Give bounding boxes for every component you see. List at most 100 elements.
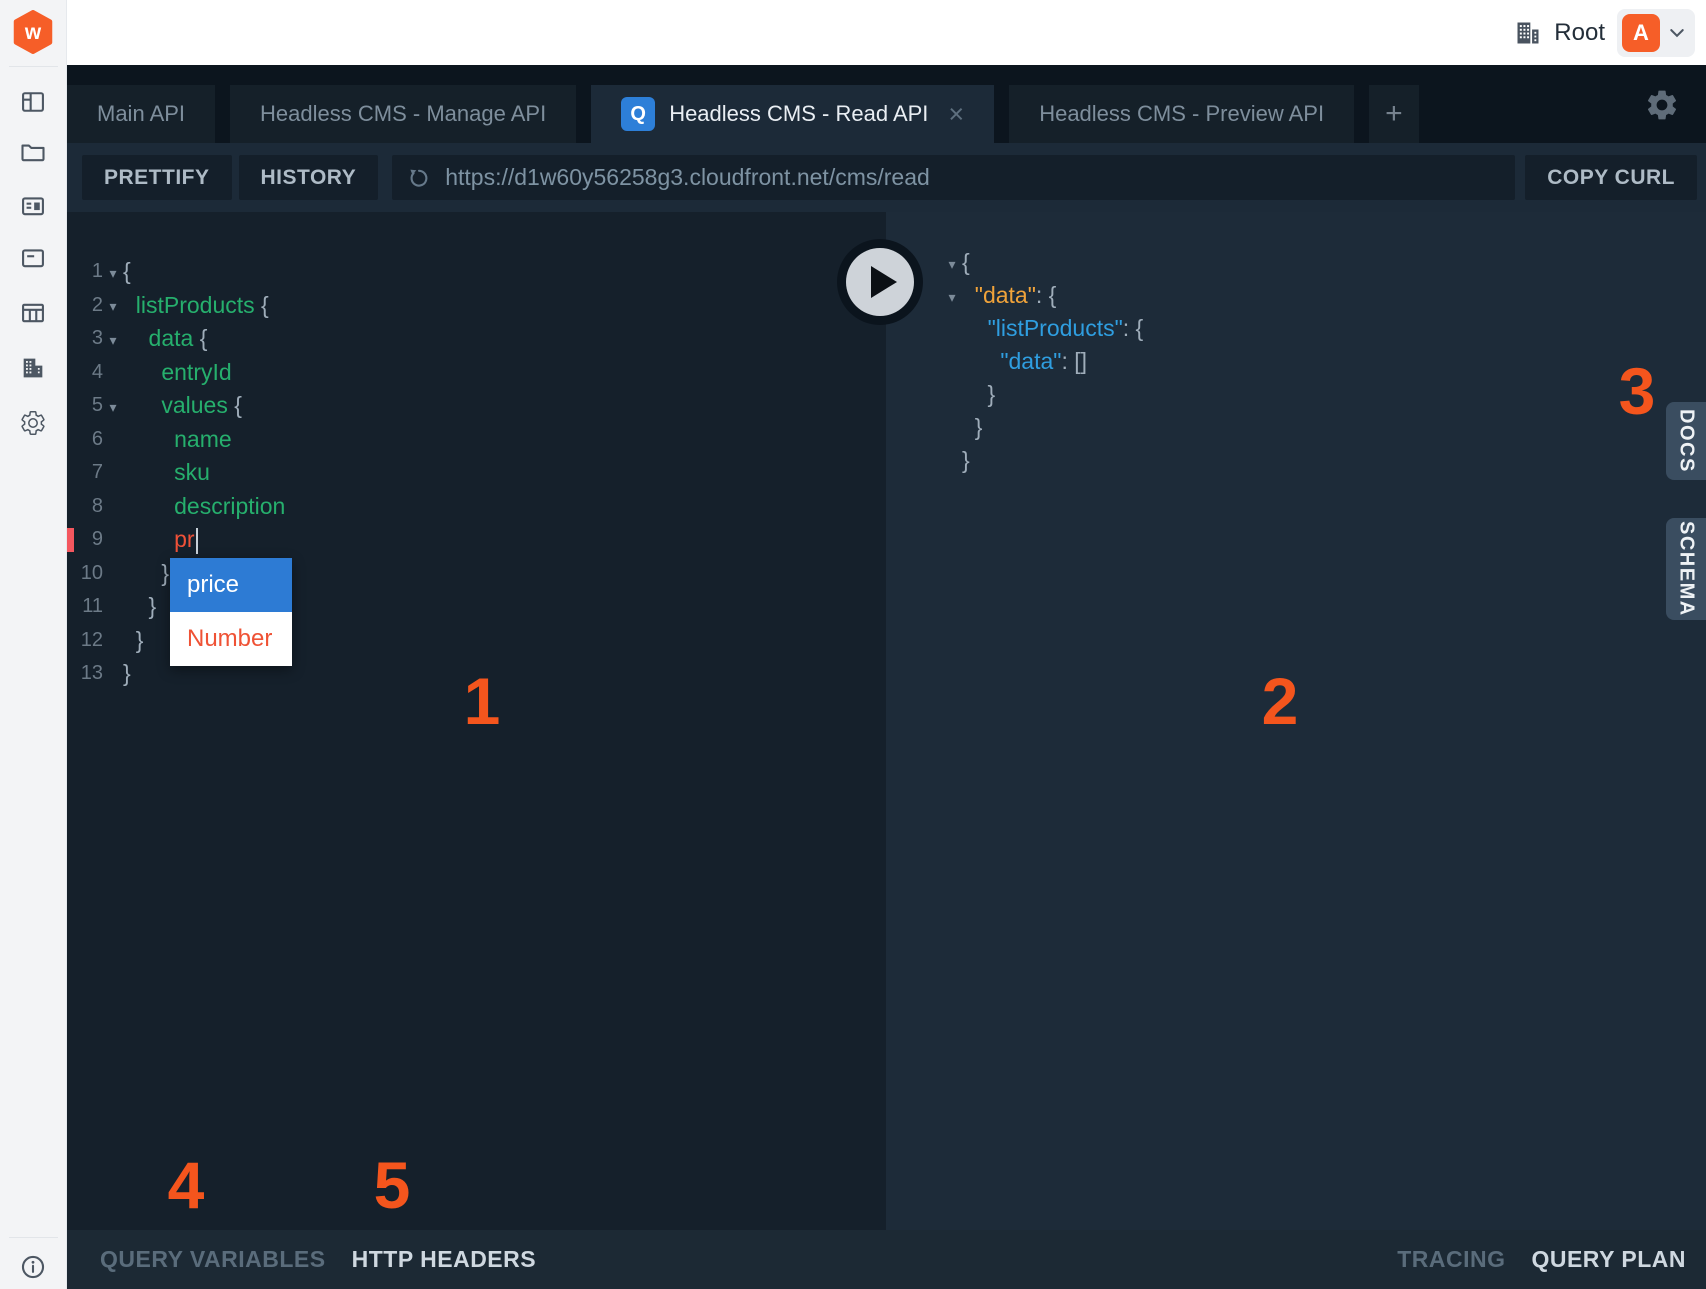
new-tab-button[interactable]: + — [1369, 85, 1419, 143]
line-number: 6 — [67, 428, 103, 451]
editor-line[interactable]: 9 pr — [67, 523, 886, 557]
history-button[interactable]: HISTORY — [239, 155, 379, 200]
code-text: "data": { — [962, 282, 1056, 309]
reload-icon[interactable] — [407, 166, 431, 190]
play-icon — [846, 248, 914, 316]
close-tab-icon[interactable]: × — [948, 101, 964, 128]
bottom-bar-left: QUERY VARIABLES HTTP HEADERS — [100, 1246, 536, 1273]
fold-spacer — [103, 672, 123, 675]
tab-headless-cms-preview-api[interactable]: Headless CMS - Preview API — [1009, 85, 1354, 143]
code-text: "data": [] — [962, 348, 1087, 375]
webiny-logo[interactable]: w — [13, 10, 53, 54]
bottom-tab-query-variables[interactable]: QUERY VARIABLES — [100, 1246, 326, 1273]
fold-spacer — [103, 371, 123, 374]
line-number: 5 — [67, 394, 103, 417]
line-number: 8 — [67, 495, 103, 518]
bottom-tab-http-headers[interactable]: HTTP HEADERS — [352, 1246, 537, 1273]
bottom-bar: QUERY VARIABLES HTTP HEADERS TRACING QUERY… — [67, 1230, 1706, 1289]
code-text: "listProducts": { — [962, 315, 1143, 342]
line-number: 11 — [67, 595, 103, 618]
fold-spacer — [942, 360, 962, 363]
response-line: } — [942, 411, 1706, 444]
autocomplete-option-number[interactable]: Number — [170, 612, 292, 666]
fold-arrow-icon[interactable]: ▾ — [103, 262, 123, 282]
line-number: 1 — [67, 260, 103, 283]
editor-line[interactable]: 2▾ listProducts { — [67, 289, 886, 323]
editor-line[interactable]: 6 name — [67, 423, 886, 457]
line-number: 4 — [67, 361, 103, 384]
tab-headless-cms-manage-api[interactable]: Headless CMS - Manage API — [230, 85, 576, 143]
fold-spacer — [103, 639, 123, 642]
code-text: { — [123, 258, 131, 285]
sidebar: w — [0, 0, 67, 1289]
fold-arrow-icon[interactable]: ▾ — [942, 286, 962, 306]
account-menu-button[interactable]: A — [1617, 9, 1695, 57]
line-number: 13 — [67, 662, 103, 685]
execute-query-button[interactable] — [837, 239, 923, 325]
code-text: } — [962, 414, 982, 441]
line-number: 3 — [67, 327, 103, 350]
fold-spacer — [103, 438, 123, 441]
info-icon[interactable] — [19, 1253, 47, 1281]
settings-gear-icon[interactable] — [1644, 87, 1680, 123]
error-line-marker — [67, 528, 74, 552]
prettify-button[interactable]: PRETTIFY — [82, 155, 232, 200]
tab-label: Headless CMS - Preview API — [1039, 101, 1324, 127]
fold-spacer — [942, 393, 962, 396]
autocomplete-option-price[interactable]: price — [170, 558, 292, 612]
code-text: } — [123, 660, 131, 687]
query-badge-icon: Q — [621, 97, 655, 131]
editor-line[interactable]: 7 sku — [67, 456, 886, 490]
code-text: values { — [123, 392, 242, 419]
fold-spacer — [103, 605, 123, 608]
tenant-label: Root — [1554, 19, 1605, 47]
tab-label: Headless CMS - Read API — [669, 101, 928, 127]
tab-label: Headless CMS - Manage API — [260, 101, 546, 127]
tabs-container: Main API Headless CMS - Manage API Q Headle… — [67, 85, 1369, 143]
fold-arrow-icon[interactable]: ▾ — [103, 295, 123, 315]
line-number: 10 — [67, 562, 103, 585]
code-text: { — [962, 249, 970, 276]
layout-icon[interactable] — [19, 88, 47, 116]
folder-icon[interactable] — [19, 138, 47, 166]
editor-line[interactable]: 8 description — [67, 490, 886, 524]
form-builder-icon[interactable] — [19, 244, 47, 272]
code-text: sku — [123, 459, 210, 486]
tab-headless-cms-read-api[interactable]: Q Headless CMS - Read API × — [591, 85, 994, 143]
editor-line[interactable]: 4 entryId — [67, 356, 886, 390]
query-editor[interactable]: 1▾{2▾ listProducts {3▾ data {4 entryId5▾… — [67, 212, 886, 1230]
editor-line[interactable]: 3▾ data { — [67, 322, 886, 356]
fold-arrow-icon[interactable]: ▾ — [942, 253, 962, 273]
svg-text:w: w — [24, 21, 42, 44]
code-text: } — [123, 593, 156, 620]
graphql-playground: Main API Headless CMS - Manage API Q Headle… — [67, 65, 1706, 1289]
bottom-bar-right: TRACING QUERY PLAN — [1397, 1246, 1686, 1273]
schema-tab[interactable]: SCHEMA — [1666, 518, 1706, 620]
avatar: A — [1622, 14, 1660, 52]
tab-main-api[interactable]: Main API — [67, 85, 215, 143]
top-header: Root A — [0, 0, 1706, 65]
editor-line[interactable]: 1▾{ — [67, 255, 886, 289]
bottom-tab-tracing[interactable]: TRACING — [1397, 1246, 1505, 1273]
bottom-tab-query-plan[interactable]: QUERY PLAN — [1531, 1246, 1686, 1273]
line-number: 7 — [67, 461, 103, 484]
code-text: name — [123, 426, 232, 453]
code-text: entryId — [123, 359, 232, 386]
code-text: data { — [123, 325, 207, 352]
fold-arrow-icon[interactable]: ▾ — [103, 329, 123, 349]
page-builder-icon[interactable] — [19, 192, 47, 220]
table-icon[interactable] — [19, 299, 47, 327]
settings-icon[interactable] — [19, 409, 47, 437]
endpoint-url-input[interactable] — [443, 163, 1500, 192]
line-number: 2 — [67, 294, 103, 317]
editor-line[interactable]: 5▾ values { — [67, 389, 886, 423]
copy-curl-button[interactable]: COPY CURL — [1525, 155, 1697, 200]
docs-tab[interactable]: DOCS — [1666, 402, 1706, 480]
fold-arrow-icon[interactable]: ▾ — [103, 396, 123, 416]
code-text: listProducts { — [123, 292, 269, 319]
response-lines: ▾{▾ "data": { "listProducts": { "data": … — [886, 212, 1706, 477]
response-viewer: ▾{▾ "data": { "listProducts": { "data": … — [886, 212, 1706, 1230]
code-text: } — [123, 627, 143, 654]
tenant-building-icon[interactable] — [19, 354, 47, 382]
fold-spacer — [103, 471, 123, 474]
